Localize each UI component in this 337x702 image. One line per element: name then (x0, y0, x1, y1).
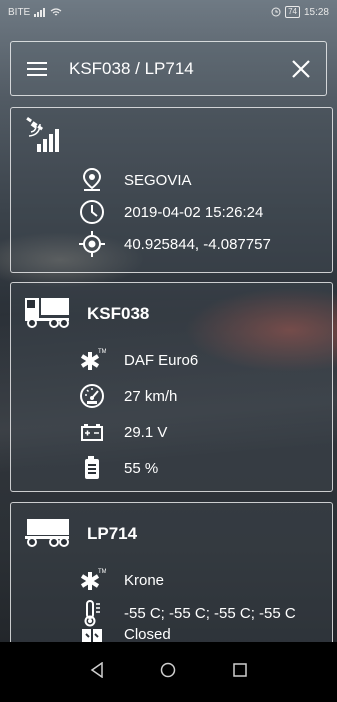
coordinates-row: 40.925844, -4.087757 (11, 229, 332, 259)
alarm-icon (271, 7, 281, 17)
brand-asterisk-icon: TM (77, 345, 107, 375)
trailer-model-row: TM Krone (11, 565, 332, 595)
svg-text:TM: TM (98, 569, 106, 575)
recents-button[interactable] (233, 662, 247, 682)
location-place: SEGOVIA (124, 171, 192, 189)
truck-speed: 27 km/h (124, 387, 178, 405)
truck-icon (23, 296, 71, 333)
status-bar: BITE 74 15:28 (0, 0, 337, 24)
home-circle-icon (161, 662, 176, 677)
thermometer-icon (77, 598, 107, 628)
truck-card[interactable]: KSF038 TM DAF Euro6 27 km/h 29.1 V 55 % (10, 282, 333, 492)
brand-asterisk-icon: TM (77, 565, 107, 595)
recents-square-icon (233, 662, 247, 677)
location-datetime: 2019-04-02 15:26:24 (124, 203, 264, 221)
battery-icon (77, 417, 107, 447)
page-title: KSF038 / LP714 (69, 58, 194, 78)
trailer-temperatures: -55 C; -55 C; -55 C; -55 C (124, 604, 296, 622)
truck-fuel: 55 % (124, 459, 159, 477)
truck-fuel-row: 55 % (11, 453, 332, 483)
truck-title: KSF038 (87, 304, 150, 323)
menu-button[interactable] (11, 41, 63, 96)
wifi-icon (50, 7, 62, 15)
trailer-title: LP714 (87, 524, 138, 543)
gps-target-icon (77, 229, 107, 259)
location-card[interactable]: SEGOVIA 2019-04-02 15:26:24 40.925844, -… (10, 107, 333, 273)
truck-model: DAF Euro6 (124, 351, 199, 369)
map-pin-icon (77, 165, 107, 195)
carrier-label: BITE (8, 6, 31, 18)
truck-voltage-row: 29.1 V (11, 417, 332, 447)
truck-voltage: 29.1 V (124, 423, 168, 441)
speedometer-icon (77, 381, 107, 411)
location-coordinates: 40.925844, -4.087757 (124, 235, 271, 253)
close-icon (292, 59, 310, 78)
location-row: SEGOVIA (11, 165, 332, 195)
datetime-row: 2019-04-02 15:26:24 (11, 197, 332, 227)
back-button[interactable] (90, 661, 104, 683)
clock: 15:28 (303, 6, 329, 18)
svg-text:TM: TM (98, 349, 106, 355)
truck-card-header: KSF038 (11, 297, 332, 331)
trailer-card[interactable]: LP714 TM Krone -55 C; -55 C; -55 C; -55 … (10, 502, 333, 649)
trailer-model: Krone (124, 571, 165, 589)
battery-level: 74 (285, 6, 300, 18)
hamburger-icon (27, 61, 47, 76)
clock-icon (77, 197, 107, 227)
trailer-door-status: Closed (124, 626, 171, 643)
system-nav-bar (0, 642, 337, 702)
truck-speed-row: 27 km/h (11, 381, 332, 411)
truck-model-row: TM DAF Euro6 (11, 345, 332, 375)
back-triangle-icon (90, 661, 103, 678)
home-button[interactable] (160, 662, 176, 683)
app-header: KSF038 / LP714 (10, 41, 327, 96)
trailer-icon (23, 517, 71, 552)
fuel-icon (77, 453, 107, 483)
signal-icon (34, 7, 46, 17)
trailer-temperature-row: -55 C; -55 C; -55 C; -55 C (11, 598, 332, 628)
trailer-card-header: LP714 (11, 517, 332, 551)
satellite-signal-icon (23, 116, 63, 161)
close-button[interactable] (276, 41, 326, 96)
